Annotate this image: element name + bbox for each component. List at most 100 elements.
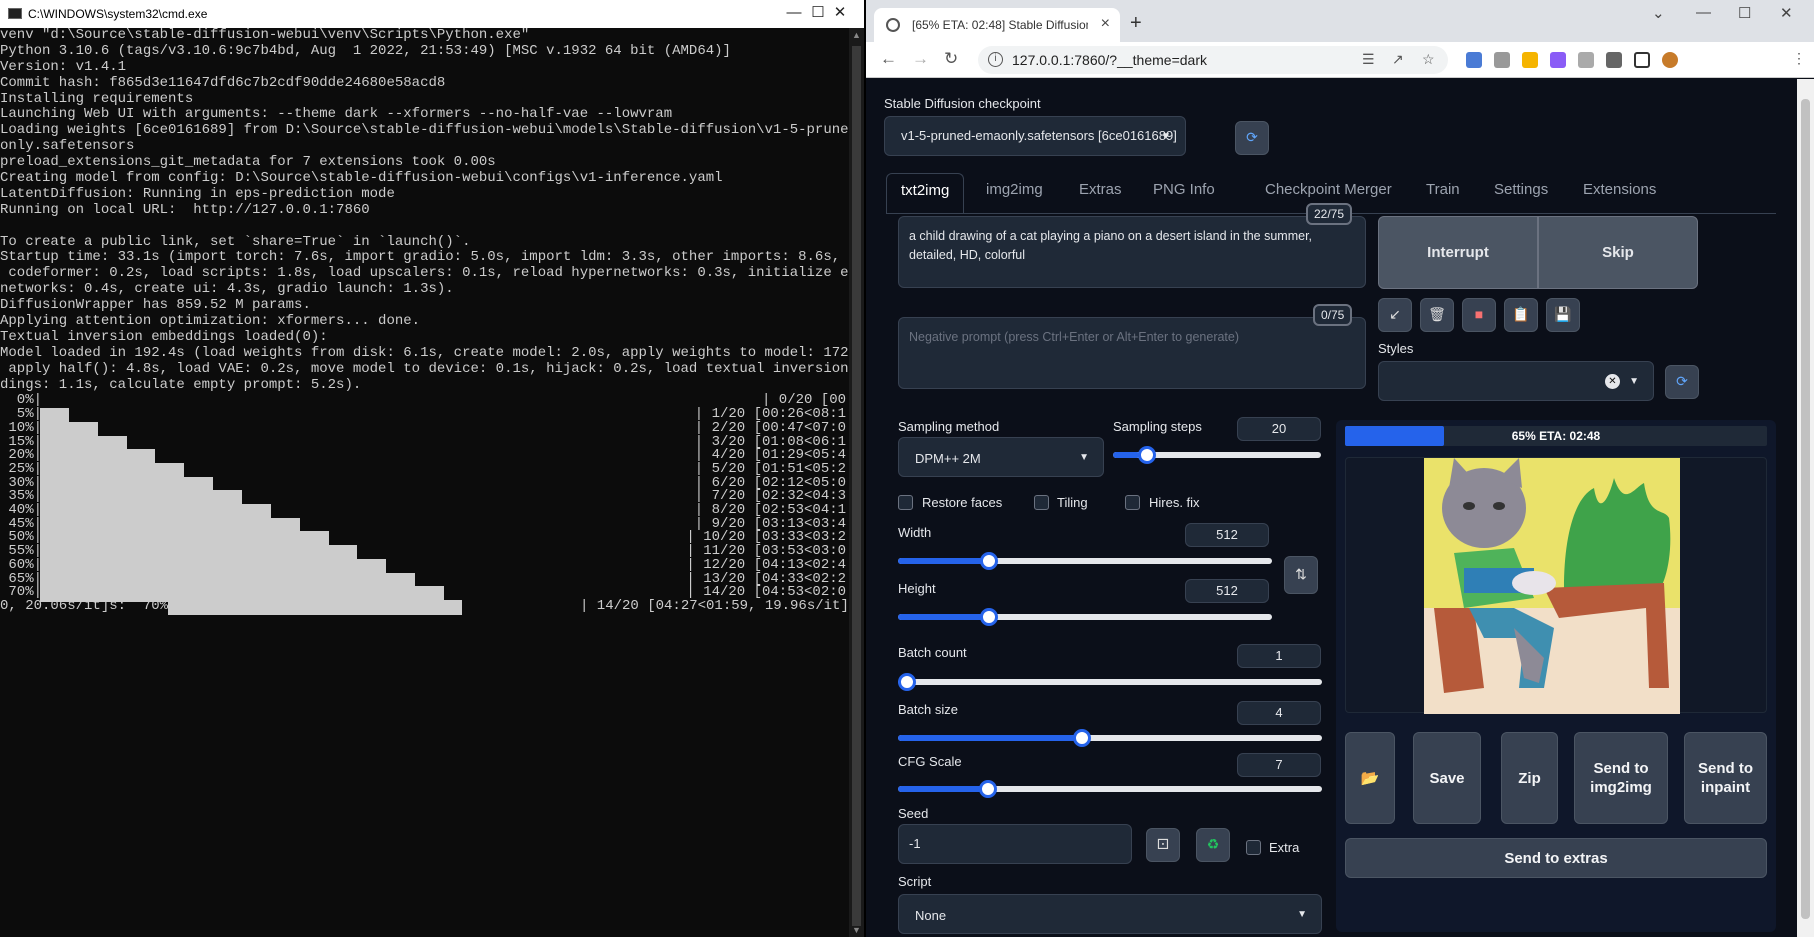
slider-knob[interactable]: [1072, 729, 1091, 747]
sampling-steps-slider[interactable]: [1113, 446, 1321, 464]
minimize-icon[interactable]: —: [1696, 4, 1711, 21]
skip-button[interactable]: Skip: [1538, 216, 1698, 289]
page-scrollbar[interactable]: [1797, 79, 1814, 937]
slider-knob[interactable]: [979, 608, 998, 626]
cmd-scrollbar[interactable]: ▲ ▼: [849, 28, 864, 937]
send-to-extras-button[interactable]: Send to extras: [1345, 838, 1767, 878]
site-info-icon[interactable]: i: [988, 52, 1003, 67]
checkpoint-dropdown[interactable]: v1-5-pruned-emaonly.safetensors [6ce0161…: [884, 116, 1186, 156]
hires-fix-checkbox[interactable]: [1125, 495, 1140, 510]
extension-cast-icon[interactable]: [1494, 52, 1510, 68]
extension-gray-icon[interactable]: [1578, 52, 1594, 68]
browser-window: [65% ETA: 02:48] Stable Diffusion × + ⌄ …: [866, 0, 1814, 937]
height-slider[interactable]: [898, 608, 1272, 626]
seed-input[interactable]: -1: [898, 824, 1132, 864]
script-dropdown[interactable]: None ▼: [898, 894, 1322, 934]
tab-search-icon[interactable]: ⌄: [1652, 4, 1665, 22]
random-seed-dice-icon[interactable]: ⚀: [1146, 828, 1180, 862]
restore-faces-checkbox[interactable]: [898, 495, 913, 510]
browser-tab[interactable]: [65% ETA: 02:48] Stable Diffusion ×: [874, 8, 1120, 42]
refresh-styles-button[interactable]: ⟳: [1665, 365, 1699, 399]
cmd-titlebar[interactable]: C:\WINDOWS\system32\cmd.exe — ☐ ✕: [0, 0, 864, 28]
slider-knob[interactable]: [979, 552, 998, 570]
extra-networks-icon[interactable]: ■: [1462, 298, 1496, 332]
translate-icon[interactable]: ☰: [1362, 51, 1375, 68]
reload-icon[interactable]: ↻: [944, 49, 958, 69]
slider-knob[interactable]: [1137, 446, 1156, 464]
send-to-inpaint-button[interactable]: Send to inpaint: [1684, 732, 1767, 824]
swap-dimensions-icon[interactable]: ⇅: [1284, 556, 1318, 594]
tab-close-icon[interactable]: ×: [1101, 15, 1110, 33]
cmd-line: venv "d:\Source\stable-diffusion-webui\v…: [0, 28, 530, 43]
batch-size-slider[interactable]: [898, 729, 1322, 747]
interrupt-button[interactable]: Interrupt: [1378, 216, 1538, 289]
tiling-checkbox[interactable]: [1034, 495, 1049, 510]
bookmark-star-icon[interactable]: ☆: [1422, 51, 1435, 68]
height-input[interactable]: 512: [1185, 579, 1269, 603]
extension-translate-icon[interactable]: [1466, 52, 1482, 68]
tab-txt2img[interactable]: txt2img: [886, 173, 965, 213]
tab-png-info[interactable]: PNG Info: [1153, 173, 1215, 213]
negative-prompt-input[interactable]: Negative prompt (press Ctrl+Enter or Alt…: [898, 317, 1366, 389]
send-to-img2img-button[interactable]: Send to img2img: [1574, 732, 1668, 824]
trash-icon[interactable]: 🗑: [1420, 298, 1454, 332]
sampling-steps-input[interactable]: 20: [1237, 417, 1321, 441]
cmd-line: Commit hash: f865d3e11647dfd6c7b2cdf90dd…: [0, 74, 446, 91]
clipboard-icon[interactable]: 📋: [1504, 298, 1538, 332]
slider-fill: [898, 558, 985, 564]
menu-icon[interactable]: ⋮: [1792, 50, 1806, 67]
save-button[interactable]: Save: [1413, 732, 1481, 824]
zip-button[interactable]: Zip: [1501, 732, 1558, 824]
sidepanel-icon[interactable]: [1634, 52, 1650, 68]
open-folder-icon[interactable]: 📂: [1345, 732, 1395, 824]
cfg-scale-label: CFG Scale: [898, 754, 962, 769]
batch-count-slider[interactable]: [898, 673, 1322, 691]
reuse-seed-recycle-icon[interactable]: ♻: [1196, 828, 1230, 862]
width-slider[interactable]: [898, 552, 1272, 570]
extra-seed-checkbox[interactable]: [1246, 840, 1261, 855]
width-input[interactable]: 512: [1185, 523, 1269, 547]
new-tab-icon[interactable]: +: [1130, 12, 1142, 35]
cmd-line: Version: v1.4.1: [0, 58, 127, 75]
cmd-scroll-thumb[interactable]: [852, 46, 861, 926]
styles-dropdown[interactable]: ✕ ▼: [1378, 361, 1654, 401]
save-style-icon[interactable]: 💾: [1546, 298, 1580, 332]
extension-pen-icon[interactable]: [1550, 52, 1566, 68]
read-params-icon[interactable]: ↙: [1378, 298, 1412, 332]
sampling-method-dropdown[interactable]: DPM++ 2M ▼: [898, 437, 1104, 477]
cat-piano-image: [1424, 458, 1680, 714]
slider-fill: [898, 786, 983, 792]
address-url[interactable]: 127.0.0.1:7860/?__theme=dark: [1012, 52, 1207, 68]
tiling-label: Tiling: [1057, 495, 1088, 510]
page-scroll-thumb[interactable]: [1801, 99, 1810, 919]
generated-image-preview[interactable]: [1424, 458, 1680, 714]
extensions-puzzle-icon[interactable]: [1606, 52, 1622, 68]
address-bar[interactable]: i 127.0.0.1:7860/?__theme=dark ☰ ↗ ☆: [978, 46, 1448, 74]
tab-train[interactable]: Train: [1426, 173, 1460, 213]
refresh-checkpoint-button[interactable]: ⟳: [1235, 121, 1269, 155]
tab-extensions[interactable]: Extensions: [1583, 173, 1656, 213]
maximize-icon[interactable]: ☐: [1738, 4, 1751, 22]
avatar[interactable]: [1662, 52, 1678, 68]
scroll-up-icon[interactable]: ▲: [852, 30, 861, 40]
prompt-input[interactable]: a child drawing of a cat playing a piano…: [898, 216, 1366, 288]
batch-count-input[interactable]: 1: [1237, 644, 1321, 668]
back-icon[interactable]: ←: [880, 49, 897, 69]
close-icon[interactable]: ✕: [1780, 4, 1793, 22]
extension-yellow-icon[interactable]: [1522, 52, 1538, 68]
share-icon[interactable]: ↗: [1392, 51, 1404, 68]
close-icon[interactable]: ✕: [820, 0, 860, 28]
clear-icon[interactable]: ✕: [1605, 374, 1620, 389]
slider-knob[interactable]: [898, 673, 916, 691]
cmd-line: apply half(): 4.8s, load VAE: 0.2s, move…: [0, 360, 848, 377]
tab-settings[interactable]: Settings: [1494, 173, 1548, 213]
cfg-scale-slider[interactable]: [898, 780, 1322, 798]
batch-size-input[interactable]: 4: [1237, 701, 1321, 725]
scroll-down-icon[interactable]: ▼: [852, 925, 861, 935]
cfg-scale-input[interactable]: 7: [1237, 753, 1321, 777]
tab-extras[interactable]: Extras: [1079, 173, 1122, 213]
tab-img2img[interactable]: img2img: [986, 173, 1043, 213]
forward-icon[interactable]: →: [912, 49, 929, 69]
slider-knob[interactable]: [979, 780, 998, 798]
sampling-method-value: DPM++ 2M: [915, 451, 981, 466]
